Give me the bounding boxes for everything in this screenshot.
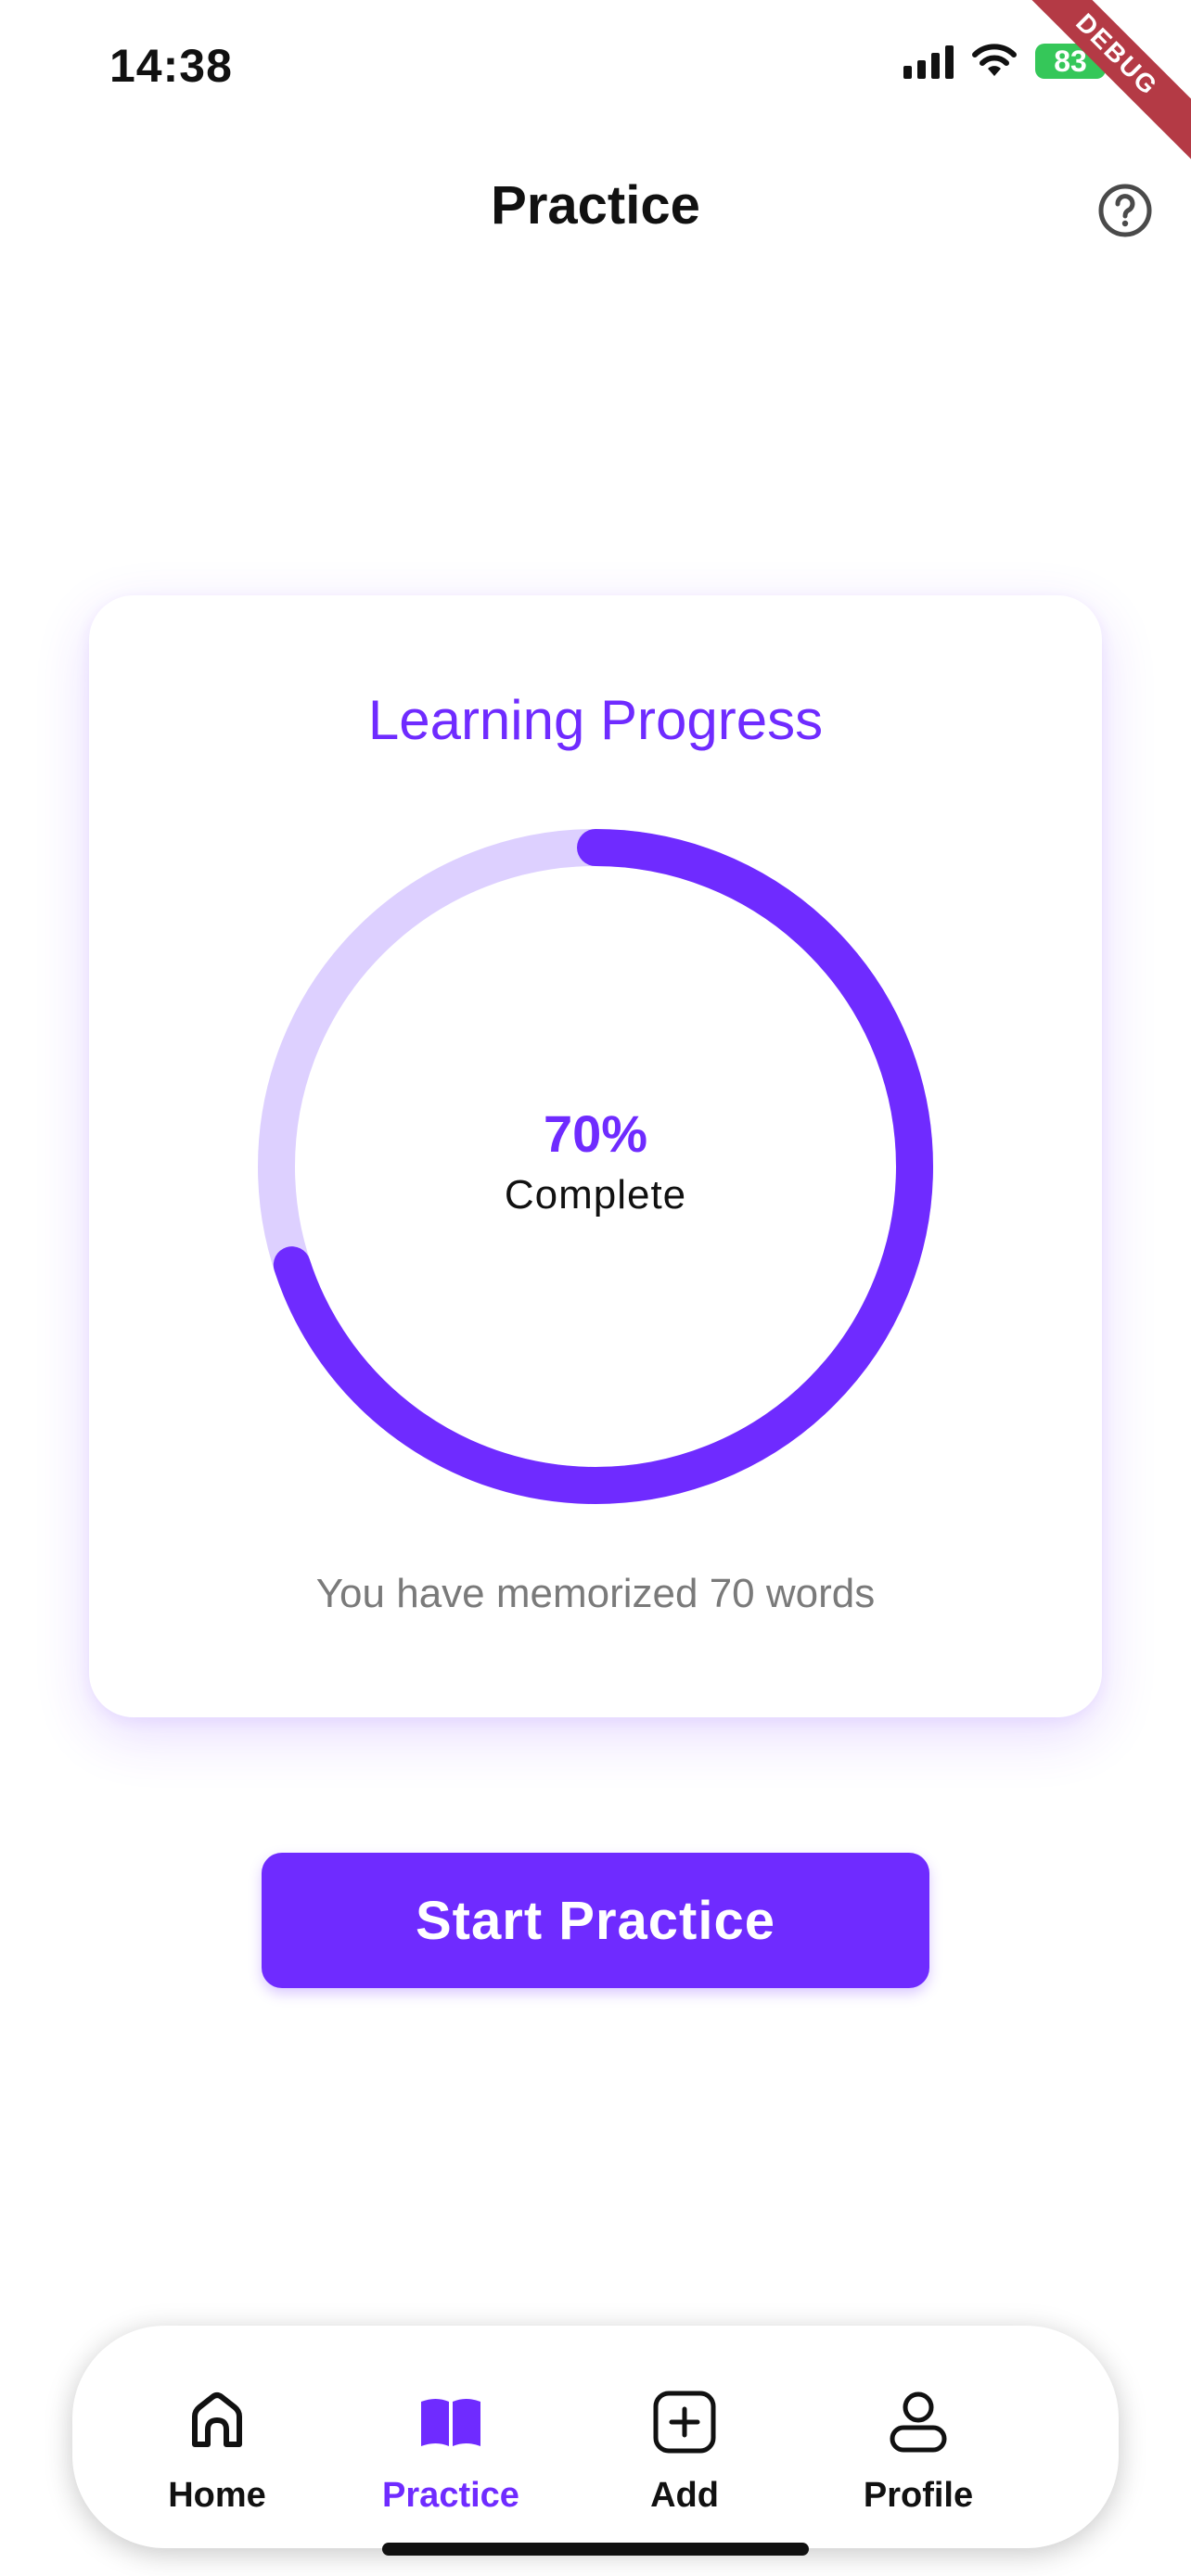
nav-label-home: Home	[168, 2476, 266, 2515]
nav-label-add: Add	[650, 2476, 719, 2515]
nav-item-home[interactable]: Home	[115, 2326, 319, 2548]
progress-percent: 70%	[543, 1104, 648, 1163]
nav-label-profile: Profile	[863, 2476, 974, 2515]
status-icons: 83	[903, 43, 1113, 80]
progress-card: Learning Progress 70% Complete You have …	[89, 595, 1102, 1717]
status-time: 14:38	[109, 40, 233, 92]
progress-ring	[258, 829, 933, 1504]
card-title: Learning Progress	[367, 689, 824, 751]
nav-item-profile[interactable]: Profile	[816, 2326, 1020, 2548]
nav-label-practice: Practice	[382, 2476, 519, 2515]
bottom-nav: Home Practice Add Profile	[72, 2326, 1119, 2548]
profile-icon	[890, 2391, 947, 2453]
progress-complete-label: Complete	[504, 1172, 687, 1218]
nav-item-add[interactable]: Add	[583, 2326, 787, 2548]
home-indicator	[382, 2543, 809, 2556]
add-square-icon	[653, 2391, 716, 2454]
help-circle-icon[interactable]	[1096, 182, 1154, 239]
wifi-icon	[972, 44, 1017, 76]
start-practice-button[interactable]: Start Practice	[262, 1853, 929, 1988]
signal-icon	[903, 44, 954, 79]
app-bar: Practice	[0, 158, 1191, 260]
page-title: Practice	[491, 175, 700, 236]
status-bar: 14:38 83	[0, 0, 1191, 139]
book-icon	[421, 2399, 480, 2446]
memorized-words-text: You have memorized 70 words	[315, 1571, 876, 1616]
nav-item-practice[interactable]: Practice	[349, 2326, 553, 2548]
home-icon	[192, 2392, 242, 2447]
